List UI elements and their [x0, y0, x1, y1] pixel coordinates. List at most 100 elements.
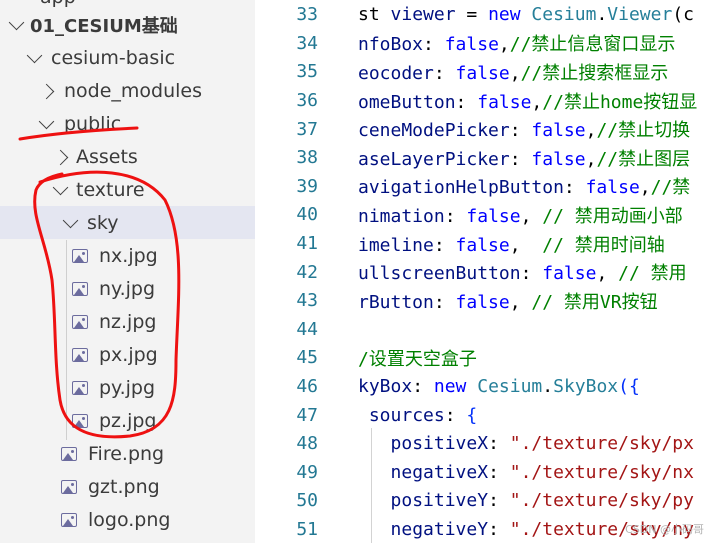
tree-file[interactable]: px.jpg: [0, 338, 255, 371]
partial-item[interactable]: app: [40, 0, 76, 8]
code-token: :: [433, 62, 456, 84]
file-label: Fire.png: [88, 442, 165, 465]
tree-folder-texture[interactable]: texture: [0, 173, 255, 206]
code-token: //禁止搜索框显示: [520, 62, 669, 84]
code-token: //禁: [650, 177, 691, 199]
tree-file[interactable]: ny.jpg: [0, 272, 255, 305]
image-file-icon: [72, 348, 88, 362]
code-line[interactable]: 49 negativeX: "./texture/sky/nx: [255, 458, 712, 487]
code-token: ,: [531, 91, 543, 113]
code-line[interactable]: 44: [255, 315, 712, 344]
image-file-icon: [61, 513, 77, 527]
code-text: eocoder: false,//禁止搜索框显示: [358, 59, 668, 85]
code-line[interactable]: 39 avigationHelpButton: false,//禁: [255, 172, 712, 201]
code-line[interactable]: 40 nimation: false, // 禁用动画小部: [255, 201, 712, 230]
chevron-down-icon: [62, 212, 78, 231]
code-token: imeline: [358, 234, 434, 256]
tree-folder-cesium-basic[interactable]: cesium-basic: [0, 41, 255, 74]
code-line[interactable]: 43 rButton: false, // 禁用VR按钮: [255, 287, 712, 316]
line-number: 33: [296, 4, 318, 26]
code-token: false: [455, 234, 510, 256]
code-token: ,: [639, 177, 651, 199]
tree-file[interactable]: logo.png: [0, 503, 255, 536]
code-token: :: [509, 148, 532, 170]
code-line[interactable]: 35 eocoder: false,//禁止搜索框显示: [255, 58, 712, 87]
tree-file[interactable]: gzt.png: [0, 470, 255, 503]
code-token: ,: [509, 62, 521, 84]
code-line[interactable]: 38 aseLayerPicker: false,//禁止图层: [255, 144, 712, 173]
tree-folder-sky[interactable]: sky: [0, 206, 255, 239]
code-line[interactable]: 36 omeButton: false,//禁止home按钮显: [255, 86, 712, 115]
code-token: positiveX: [390, 433, 489, 455]
chevron-right-icon: [38, 83, 54, 99]
code-editor[interactable]: 33 st viewer = new Cesium.Viewer(c 34 nfoBo…: [255, 0, 712, 543]
code-text: aseLayerPicker: false,//禁止图层: [358, 145, 690, 171]
code-text: avigationHelpButton: false,//禁: [358, 173, 690, 199]
code-line[interactable]: 45/设置天空盒子: [255, 344, 712, 373]
line-number: 37: [296, 118, 318, 140]
code-text: negativeX: "./texture/sky/nx: [358, 462, 694, 483]
code-line[interactable]: 42 ullscreenButton: false, // 禁用: [255, 258, 712, 287]
code-token: new: [488, 4, 532, 26]
code-line[interactable]: 50 positiveY: "./texture/sky/py: [255, 487, 712, 516]
code-token: false: [585, 177, 640, 199]
line-number: 35: [296, 61, 318, 83]
code-token: ullscreenButton: [358, 263, 521, 285]
code-text: imeline: false, // 禁用时间轴: [358, 231, 665, 257]
code-line[interactable]: 33 st viewer = new Cesium.Viewer(c: [255, 1, 712, 30]
file-label: gzt.png: [88, 475, 160, 498]
chevron-right-icon: [52, 149, 68, 165]
tree-file[interactable]: py.jpg: [0, 371, 255, 404]
tree-folder-node-modules[interactable]: node_modules: [0, 74, 255, 107]
code-token: // 禁用: [618, 263, 687, 285]
folder-label: node_modules: [64, 79, 203, 102]
code-token: Cesium: [477, 376, 543, 398]
code-token: false: [455, 291, 510, 313]
line-number: 38: [296, 147, 318, 169]
file-label: pz.jpg: [99, 409, 157, 432]
code-text: st viewer = new Cesium.Viewer(c: [358, 4, 694, 25]
code-token: negativeY: [390, 519, 489, 541]
code-line[interactable]: 47 sources: {: [255, 401, 712, 430]
code-token: ,: [498, 34, 510, 56]
code-token: // 禁用时间轴: [542, 234, 665, 256]
file-label: px.jpg: [99, 343, 158, 366]
tree-file[interactable]: Fire.png: [0, 437, 255, 470]
folder-label: 01_CESIUM基础: [30, 15, 178, 37]
code-token: eocoder: [358, 62, 434, 84]
code-text: omeButton: false,//禁止home按钮显: [358, 88, 697, 114]
tree-folder-public[interactable]: public: [0, 107, 255, 140]
tree-file[interactable]: nz.jpg: [0, 305, 255, 338]
line-number: 46: [296, 376, 318, 398]
code-line[interactable]: 37 ceneModePicker: false,//禁止切换: [255, 115, 712, 144]
code-token: Cesium: [531, 4, 597, 26]
tree-file[interactable]: nx.jpg: [0, 239, 255, 272]
image-file-icon: [61, 480, 77, 494]
code-token: {: [628, 376, 640, 398]
code-token: nimation: [358, 205, 445, 227]
tree-file[interactable]: pz.jpg: [0, 404, 255, 437]
code-token: :: [488, 490, 510, 512]
code-token: false: [455, 62, 510, 84]
code-token: rButton: [358, 291, 434, 313]
tree-folder-assets[interactable]: Assets: [0, 140, 255, 173]
code-line[interactable]: 48 positiveX: "./texture/sky/px: [255, 430, 712, 459]
code-text: ceneModePicker: false,//禁止切换: [358, 116, 690, 142]
line-number: 36: [296, 90, 318, 112]
code-token: false: [444, 34, 499, 56]
code-token: :: [488, 433, 510, 455]
code-text: positiveX: "./texture/sky/px: [358, 433, 694, 454]
code-token: (c: [672, 4, 695, 26]
code-line[interactable]: 34 nfoBox: false,//禁止信息窗口显示: [255, 29, 712, 58]
code-token: ,: [520, 205, 543, 227]
code-token: //禁止home按钮显: [542, 91, 698, 113]
code-text: /设置天空盒子: [358, 345, 477, 371]
tree-root-folder[interactable]: 01_CESIUM基础: [0, 8, 255, 41]
code-line[interactable]: 46 kyBox: new Cesium.SkyBox({: [255, 372, 712, 401]
code-token: new: [433, 376, 478, 398]
code-line[interactable]: 41 imeline: false, // 禁用时间轴: [255, 229, 712, 258]
code-token: avigationHelpButton: [358, 177, 564, 199]
